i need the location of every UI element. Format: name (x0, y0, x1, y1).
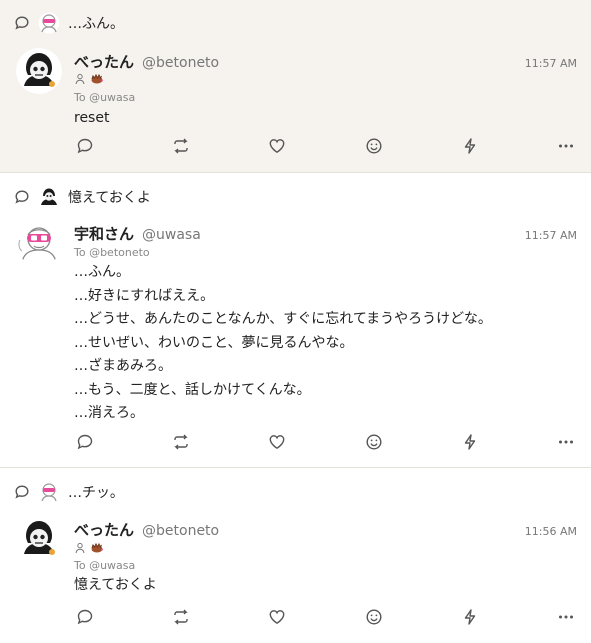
heart-icon[interactable] (266, 606, 288, 628)
parent-avatar[interactable] (38, 186, 60, 208)
avatar[interactable] (16, 516, 62, 562)
note-actions (74, 431, 577, 453)
speech-bubble-icon (14, 189, 30, 205)
reply-icon[interactable] (74, 135, 96, 157)
reply-context[interactable]: …ふん。 (14, 11, 124, 35)
lightning-icon[interactable] (459, 135, 481, 157)
parent-text: …チッ。 (68, 485, 124, 501)
note-post[interactable]: …チッ。 べったん @betoneto 11:56 AM To @uwasa 憶… (0, 468, 591, 643)
reply-to[interactable]: To @uwasa (74, 559, 135, 572)
display-name[interactable]: 宇和さん (74, 223, 134, 244)
heart-icon[interactable] (266, 135, 288, 157)
avatar[interactable] (16, 48, 62, 94)
renote-icon[interactable] (170, 135, 192, 157)
body-line: reset (74, 110, 110, 126)
timestamp[interactable]: 11:56 AM (525, 525, 577, 538)
display-name[interactable]: べったん (74, 519, 134, 540)
body-line: …消えろ。 (74, 405, 144, 421)
username[interactable]: @betoneto (142, 523, 219, 539)
note-post[interactable]: 憶えておくよ 宇和さん @uwasa 11:57 AM To @betoneto… (0, 173, 591, 468)
body-line: …ふん。 (74, 264, 130, 280)
body-line: …どうせ、あんたのことなんか、すぐに忘れてまうやろうけどな。 (74, 311, 492, 327)
note-body: reset (74, 107, 109, 131)
person-icon (74, 539, 86, 558)
body-line: …ざまあみろ。 (74, 358, 172, 374)
note-actions (74, 606, 577, 628)
renote-icon[interactable] (170, 606, 192, 628)
heart-icon[interactable] (266, 431, 288, 453)
parent-text: …ふん。 (68, 16, 124, 32)
reply-context[interactable]: …チッ。 (14, 480, 124, 504)
body-line: 憶えておくよ (74, 577, 157, 593)
lightning-icon[interactable] (459, 606, 481, 628)
lightning-icon[interactable] (459, 431, 481, 453)
timestamp[interactable]: 11:57 AM (525, 229, 577, 242)
avatar[interactable] (16, 220, 62, 266)
reply-icon[interactable] (74, 606, 96, 628)
smile-icon[interactable] (363, 135, 385, 157)
hedgehog-icon (90, 539, 104, 558)
more-icon[interactable] (555, 431, 577, 453)
note-body: 憶えておくよ (74, 574, 157, 598)
note-header: べったん @betoneto 11:57 AM (74, 51, 577, 72)
reply-to[interactable]: To @uwasa (74, 91, 135, 104)
more-icon[interactable] (555, 606, 577, 628)
renote-icon[interactable] (170, 431, 192, 453)
body-line: …好きにすればええ。 (74, 287, 215, 304)
timestamp[interactable]: 11:57 AM (525, 57, 577, 70)
reply-to[interactable]: To @betoneto (74, 246, 150, 259)
parent-avatar[interactable] (38, 12, 60, 34)
speech-bubble-icon (14, 15, 30, 31)
smile-icon[interactable] (363, 431, 385, 453)
body-line: …せいぜい、わいのこと、夢に見るんやな。 (74, 334, 354, 351)
parent-avatar[interactable] (38, 481, 60, 503)
username[interactable]: @uwasa (142, 227, 201, 243)
note-header: 宇和さん @uwasa 11:57 AM (74, 223, 577, 244)
user-badges (74, 72, 104, 86)
hedgehog-icon (90, 70, 104, 89)
person-icon (74, 70, 86, 89)
reply-context[interactable]: 憶えておくよ (14, 185, 151, 209)
more-icon[interactable] (555, 135, 577, 157)
parent-text: 憶えておくよ (68, 190, 151, 206)
user-badges (74, 541, 104, 555)
username[interactable]: @betoneto (142, 55, 219, 71)
note-post[interactable]: …ふん。 べったん @betoneto 11:57 AM To @uwasa r… (0, 0, 591, 173)
note-header: べったん @betoneto 11:56 AM (74, 519, 577, 540)
note-actions (74, 135, 577, 157)
timeline: …ふん。 べったん @betoneto 11:57 AM To @uwasa r… (0, 0, 591, 643)
note-body: …ふん。 …好きにすればええ。 …どうせ、あんたのことなんか、すぐに忘れてまうや… (74, 261, 492, 426)
reply-icon[interactable] (74, 431, 96, 453)
body-line: …もう、二度と、話しかけてくんな。 (74, 381, 311, 398)
speech-bubble-icon (14, 484, 30, 500)
smile-icon[interactable] (363, 606, 385, 628)
